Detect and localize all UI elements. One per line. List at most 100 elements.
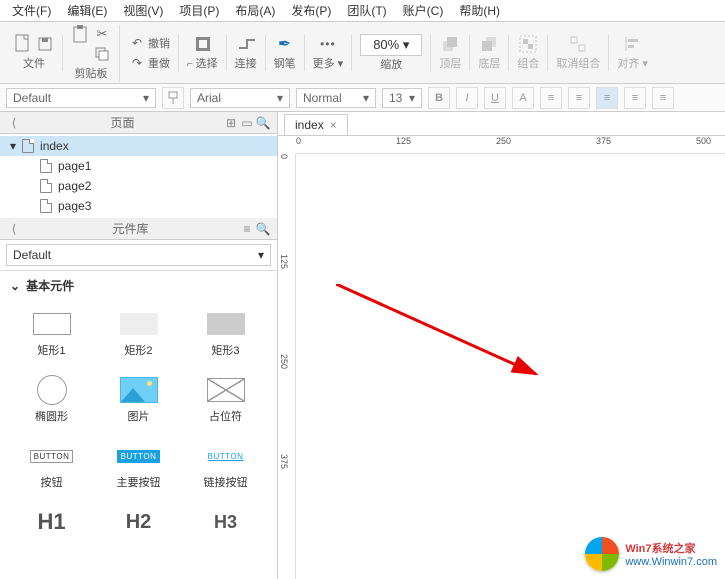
align-center-button[interactable]: ≡ bbox=[568, 87, 590, 109]
redo-label[interactable]: 重做 bbox=[148, 55, 170, 71]
more-icon[interactable]: ••• bbox=[319, 35, 337, 53]
top-label: 顶层 bbox=[439, 55, 461, 71]
widget-rect2[interactable]: 矩形2 bbox=[97, 304, 180, 364]
widget-button-link[interactable]: BUTTON链接按钮 bbox=[184, 436, 267, 496]
page-name: page1 bbox=[58, 159, 91, 173]
align-left-button[interactable]: ≡ bbox=[540, 87, 562, 109]
menu-layout[interactable]: 布局(A) bbox=[227, 0, 283, 21]
font-selector[interactable]: Arial▾ bbox=[190, 88, 290, 108]
panel-collapse-icon[interactable]: ⟨ bbox=[6, 115, 22, 131]
toolgroup-file: 文件 bbox=[6, 35, 63, 71]
widget-ellipse[interactable]: 椭圆形 bbox=[10, 370, 93, 430]
widget-rect1[interactable]: 矩形1 bbox=[10, 304, 93, 364]
menu-project[interactable]: 项目(P) bbox=[171, 0, 227, 21]
watermark-logo-icon bbox=[585, 537, 619, 571]
select-label: ⌐ 选择 bbox=[187, 55, 218, 71]
page-row-index[interactable]: ▾ index bbox=[0, 136, 277, 156]
page-row-page1[interactable]: page1 bbox=[0, 156, 277, 176]
underline-button[interactable]: U bbox=[484, 87, 506, 109]
page-row-page2[interactable]: page2 bbox=[0, 176, 277, 196]
paint-format-icon[interactable] bbox=[162, 87, 184, 109]
select-icon[interactable] bbox=[193, 35, 211, 53]
align-middle-button[interactable]: ≡ bbox=[652, 87, 674, 109]
group-icon[interactable] bbox=[519, 35, 537, 53]
widget-h3[interactable]: H3 bbox=[184, 502, 267, 542]
undo-icon[interactable]: ↶ bbox=[128, 34, 146, 52]
menu-file[interactable]: 文件(F) bbox=[4, 0, 59, 21]
library-panel-header: ⟨ 元件库 ≡ 🔍 bbox=[0, 218, 277, 240]
widget-image[interactable]: 图片 bbox=[97, 370, 180, 430]
connect-icon[interactable] bbox=[237, 35, 255, 53]
bold-button[interactable]: B bbox=[428, 87, 450, 109]
align-right-button[interactable]: ≡ bbox=[596, 87, 618, 109]
toolbar: 文件 ✂ 剪贴板 ↶撤销 ↷重做 ⌐ 选择 连接 ✒ 钢笔 ••• 更多 ▾ 8… bbox=[0, 22, 725, 84]
page-row-page3[interactable]: page3 bbox=[0, 196, 277, 216]
widget-rect3[interactable]: 矩形3 bbox=[184, 304, 267, 364]
search-library-icon[interactable]: 🔍 bbox=[255, 221, 271, 237]
library-menu-icon[interactable]: ≡ bbox=[239, 221, 255, 237]
search-pages-icon[interactable]: 🔍 bbox=[255, 115, 271, 131]
align-icon[interactable] bbox=[624, 35, 642, 53]
zoom-label: 缩放 bbox=[380, 56, 402, 72]
tree-expand-icon[interactable]: ▾ bbox=[10, 139, 16, 153]
widget-h1[interactable]: H1 bbox=[10, 502, 93, 542]
toolgroup-top: 顶层 bbox=[431, 35, 470, 71]
page-name: page3 bbox=[58, 199, 91, 213]
pages-panel-header: ⟨ 页面 ⊞ ▭ 🔍 bbox=[0, 112, 277, 134]
send-back-icon[interactable] bbox=[480, 35, 498, 53]
page-name: page2 bbox=[58, 179, 91, 193]
more-label: 更多 ▾ bbox=[313, 55, 344, 71]
size-selector[interactable]: 13▾ bbox=[382, 88, 422, 108]
canvas-tab-index[interactable]: index × bbox=[284, 114, 348, 135]
redo-icon[interactable]: ↷ bbox=[128, 54, 146, 72]
left-column: ⟨ 页面 ⊞ ▭ 🔍 ▾ index page1 page2 page3 ⟨ 元… bbox=[0, 112, 278, 579]
add-page-icon[interactable]: ⊞ bbox=[223, 115, 239, 131]
panel-collapse-icon[interactable]: ⟨ bbox=[6, 221, 22, 237]
widget-section-head[interactable]: ⌄ 基本元件 bbox=[0, 271, 277, 300]
align-label: 对齐 ▾ bbox=[617, 55, 648, 71]
ungroup-icon[interactable] bbox=[569, 35, 587, 53]
tab-label: index bbox=[295, 118, 324, 132]
font-color-button[interactable]: A bbox=[512, 87, 534, 109]
canvas[interactable] bbox=[296, 154, 725, 579]
widget-button-primary[interactable]: BUTTON主要按钮 bbox=[97, 436, 180, 496]
zoom-value[interactable]: 80% ▾ bbox=[360, 34, 422, 56]
menu-account[interactable]: 账户(C) bbox=[395, 0, 452, 21]
menu-help[interactable]: 帮助(H) bbox=[451, 0, 508, 21]
widgets-grid: 矩形1 矩形2 矩形3 椭圆形 图片 占位符 BUTTON按钮 BUTTON主要… bbox=[0, 300, 277, 546]
widget-placeholder[interactable]: 占位符 bbox=[184, 370, 267, 430]
italic-button[interactable]: I bbox=[456, 87, 478, 109]
menu-view[interactable]: 视图(V) bbox=[115, 0, 171, 21]
format-bar: Default▾ Arial▾ Normal▾ 13▾ B I U A ≡ ≡ … bbox=[0, 84, 725, 112]
copy-icon[interactable] bbox=[93, 45, 111, 63]
toolgroup-pen: ✒ 钢笔 bbox=[266, 35, 305, 71]
toolgroup-align: 对齐 ▾ bbox=[609, 35, 656, 71]
style-selector[interactable]: Default▾ bbox=[6, 88, 156, 108]
ungroup-label: 取消组合 bbox=[556, 55, 600, 71]
bottom-label: 底层 bbox=[478, 55, 500, 71]
align-top-button[interactable]: ≡ bbox=[624, 87, 646, 109]
weight-selector[interactable]: Normal▾ bbox=[296, 88, 376, 108]
pen-icon[interactable]: ✒ bbox=[276, 35, 294, 53]
library-selector[interactable]: Default▾ bbox=[6, 244, 271, 266]
menu-edit[interactable]: 编辑(E) bbox=[59, 0, 115, 21]
new-doc-icon[interactable] bbox=[14, 35, 32, 53]
page-name: index bbox=[40, 139, 69, 153]
cut-icon[interactable]: ✂ bbox=[93, 25, 111, 43]
bring-front-icon[interactable] bbox=[441, 35, 459, 53]
paste-icon[interactable] bbox=[71, 25, 89, 43]
tab-close-icon[interactable]: × bbox=[330, 118, 337, 132]
menu-team[interactable]: 团队(T) bbox=[339, 0, 394, 21]
ruler-horizontal[interactable]: 0 125 250 375 500 bbox=[296, 136, 725, 154]
widget-h2[interactable]: H2 bbox=[97, 502, 180, 542]
section-title: 基本元件 bbox=[26, 277, 74, 294]
add-folder-icon[interactable]: ▭ bbox=[239, 115, 255, 131]
save-icon[interactable] bbox=[36, 35, 54, 53]
canvas-body: 0 125 250 375 bbox=[278, 154, 725, 579]
toolgroup-undoredo: ↶撤销 ↷重做 bbox=[120, 34, 179, 72]
ruler-vertical[interactable]: 0 125 250 375 bbox=[278, 154, 296, 579]
widget-button[interactable]: BUTTON按钮 bbox=[10, 436, 93, 496]
menu-publish[interactable]: 发布(P) bbox=[283, 0, 339, 21]
undo-label[interactable]: 撤销 bbox=[148, 35, 170, 51]
library-selector-row: Default▾ bbox=[0, 240, 277, 271]
